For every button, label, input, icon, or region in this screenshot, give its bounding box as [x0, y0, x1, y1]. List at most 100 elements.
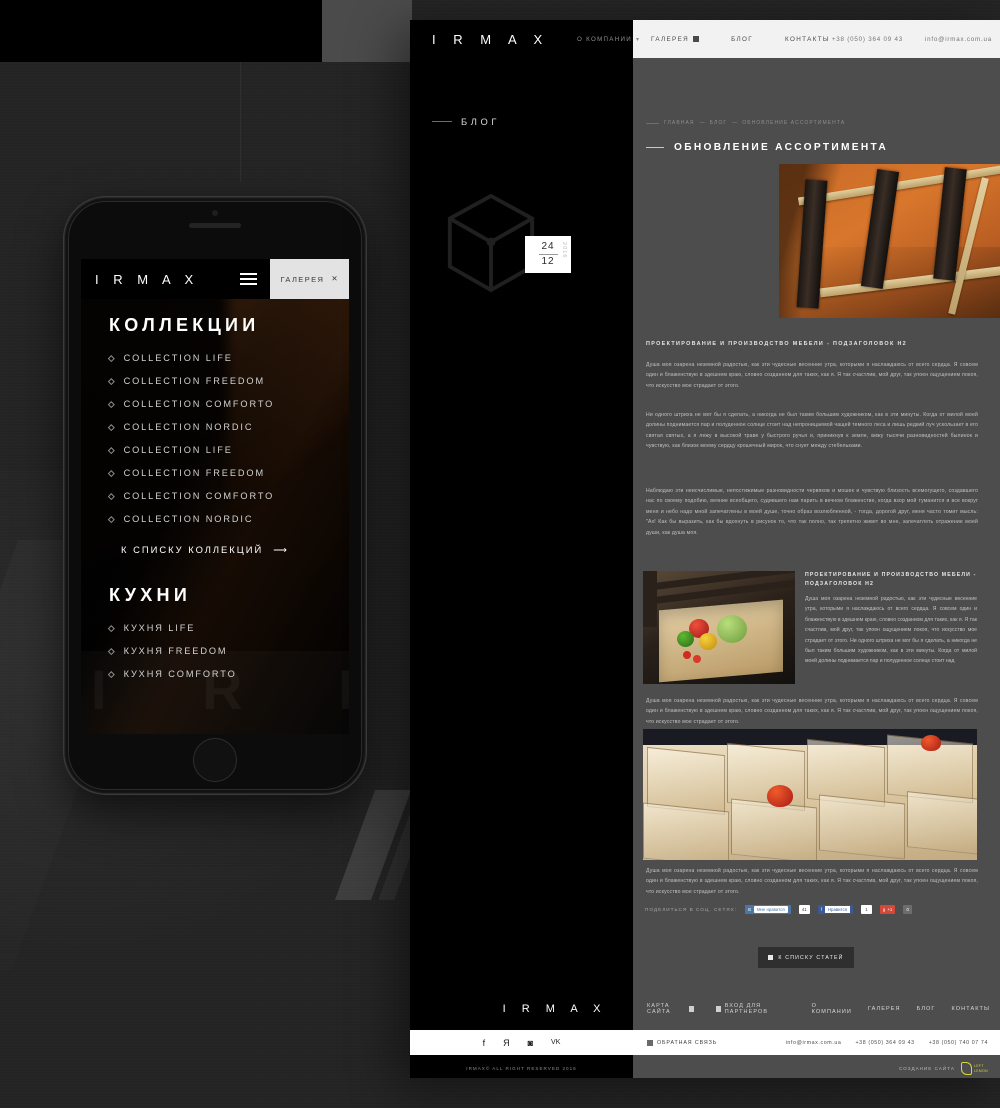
yandex-icon[interactable]: Я	[503, 1038, 510, 1048]
diamond-bullet-icon	[108, 469, 115, 477]
list-icon	[768, 955, 774, 960]
footer-email[interactable]: info@irmax.com.ua	[786, 1040, 842, 1046]
leftlemon-logo[interactable]: LEFT LEMON	[960, 1062, 988, 1075]
rule-line	[646, 147, 664, 148]
phone-camera	[212, 210, 218, 216]
sidebar: БЛОГ 24 12 2016	[410, 58, 633, 988]
phone-speaker	[189, 223, 241, 228]
page-body: БЛОГ 24 12 2016 ГЛАВНАЯ — БЛОГ — ОБНОВЛЕ…	[410, 58, 1000, 988]
vk-icon[interactable]: VK	[551, 1039, 560, 1046]
list-item[interactable]: COLLECTION FREEDOM	[108, 468, 349, 478]
box-cell	[643, 802, 729, 860]
list-item[interactable]: COLLECTION LIFE	[108, 445, 349, 455]
vk-like-label: Мне нравится	[753, 906, 788, 913]
veg-frame	[643, 571, 657, 627]
phone-kitchen-label: КУХНЯ LIFE	[123, 623, 196, 633]
footer-nav-blog[interactable]: БЛОГ	[917, 1003, 936, 1015]
google-plus-share-button[interactable]: g +1	[879, 905, 896, 914]
breadcrumb-blog[interactable]: БЛОГ	[710, 120, 728, 126]
phone-home-button[interactable]	[193, 738, 237, 782]
diamond-bullet-icon	[108, 377, 115, 385]
article-paragraph-2: Ни одного штриха не мог бы я сделать, а …	[646, 412, 978, 450]
list-item[interactable]: COLLECTION COMFORTO	[108, 399, 349, 409]
diamond-bullet-icon	[108, 670, 115, 678]
list-item[interactable]: COLLECTION FREEDOM	[108, 376, 349, 386]
header-email[interactable]: info@irmax.com.ua	[925, 36, 992, 43]
phone-kitchens-heading: КУХНИ	[109, 585, 192, 605]
back-to-list-button[interactable]: К СПИСКУ СТАТЕЙ	[758, 947, 854, 968]
footer-nav-gallery[interactable]: ГАЛЕРЕЯ	[868, 1003, 901, 1015]
list-item[interactable]: COLLECTION NORDIC	[108, 422, 349, 432]
list-item[interactable]: КУХНЯ COMFORTO	[108, 669, 349, 679]
phone-collection-label: COLLECTION FREEDOM	[123, 376, 265, 386]
map-icon	[689, 1006, 695, 1012]
list-item[interactable]: COLLECTION NORDIC	[108, 514, 349, 524]
footer-phone-1[interactable]: +38 (050) 364 09 43	[855, 1040, 914, 1046]
phone-collection-label: COLLECTION COMFORTO	[123, 399, 275, 409]
gp-label: +1	[887, 907, 893, 912]
instagram-icon[interactable]: ◙	[528, 1038, 533, 1048]
footer-feedback-link[interactable]: ОБРАТНАЯ СВЯЗЬ	[647, 1039, 718, 1046]
phone-mockup: I R M I R M A X ГАЛЕРЕЯ ✕ КОЛЛЕКЦИИ COLL…	[64, 197, 366, 794]
article-image-vegetables	[643, 571, 795, 684]
nav-item-contacts[interactable]: КОНТАКТЫ	[785, 36, 830, 43]
phone-menu: КОЛЛЕКЦИИ COLLECTION LIFE COLLECTION FRE…	[81, 299, 349, 692]
diamond-bullet-icon	[108, 354, 115, 362]
tomato	[693, 655, 701, 663]
footer-copyright-box: IRMAX© ALL RIGHT RESERVED 2016	[410, 1055, 633, 1078]
footer-sitemap-link[interactable]: КАРТА САЙТА	[647, 1003, 695, 1015]
article-paragraph-1: Душа моя озарена неземной радостью, как …	[646, 362, 978, 389]
nav-about-company[interactable]: О КОМПАНИИ ▾	[577, 20, 640, 58]
footer-logo[interactable]: I R M A X	[503, 1003, 607, 1015]
lock-icon	[716, 1006, 721, 1012]
hamburger-icon[interactable]	[239, 270, 257, 288]
header-phone[interactable]: +38 (050) 364 09 43	[832, 36, 903, 43]
footer-phone-2[interactable]: +38 (050) 740 07 74	[929, 1040, 988, 1046]
phone-logo[interactable]: I R M A X	[95, 272, 199, 287]
footer-feedback-label: ОБРАТНАЯ СВЯЗЬ	[657, 1039, 718, 1046]
phone-gallery-close-button[interactable]: ГАЛЕРЕЯ ✕	[270, 259, 349, 299]
list-item[interactable]: КУХНЯ LIFE	[108, 623, 349, 633]
footer-nav-contacts[interactable]: КОНТАКТЫ	[952, 1003, 990, 1015]
list-item[interactable]: КУХНЯ FREEDOM	[108, 646, 349, 656]
chevron-down-icon: ▾	[635, 36, 641, 43]
phone-topbar: I R M A X ГАЛЕРЕЯ ✕	[81, 259, 349, 299]
footer-middle-row: f Я ◙ VK ОБРАТНАЯ СВЯЗЬ info@irmax.com.u…	[410, 1030, 1000, 1055]
facebook-share-button[interactable]: f Нравится	[817, 905, 853, 914]
facebook-icon[interactable]: f	[483, 1038, 486, 1048]
article-image-boxes	[643, 729, 977, 860]
breadcrumb-separator: —	[732, 120, 738, 126]
nav-contacts-label: КОНТАКТЫ	[785, 35, 830, 43]
pepper-green	[677, 631, 694, 647]
vk-share-button[interactable]: В Мне нравится	[745, 905, 791, 914]
google-plus-icon: g	[882, 907, 886, 912]
nav-blog-label: БЛОГ	[731, 35, 754, 43]
footer-contact-values: info@irmax.com.ua +38 (050) 364 09 43 +3…	[786, 1040, 1000, 1046]
phone-collections-more-link[interactable]: К СПИСКУ КОЛЛЕКЦИЙ ⟶	[121, 544, 349, 555]
footer-partners-link[interactable]: ВХОД ДЛЯ ПАРТНЕРОВ	[716, 1003, 790, 1015]
article-main: ГЛАВНАЯ — БЛОГ — ОБНОВЛЕНИЕ АССОРТИМЕНТА…	[633, 58, 1000, 988]
phone-collection-label: COLLECTION NORDIC	[123, 514, 254, 524]
nav-item-gallery[interactable]: ГАЛЕРЕЯ	[651, 36, 700, 43]
header-contacts: +38 (050) 364 09 43 info@irmax.com.ua	[832, 36, 1000, 43]
fb-like-label: Нравится	[824, 906, 850, 913]
article-subheading-1: ПРОЕКТИРОВАНИЕ И ПРОИЗВОДСТВО МЕБЕЛИ - П…	[646, 341, 908, 347]
apple	[921, 735, 941, 751]
diamond-bullet-icon	[108, 624, 115, 632]
list-item[interactable]: COLLECTION COMFORTO	[108, 491, 349, 501]
footer-nav-about[interactable]: О КОМПАНИИ	[812, 1003, 852, 1015]
main-nav: ГАЛЕРЕЯ БЛОГ КОНТАКТЫ	[651, 36, 830, 43]
box-cell	[907, 791, 977, 855]
site-header: I R M A X О КОМПАНИИ ▾ ГАЛЕРЕЯ БЛОГ КОНТ…	[410, 20, 1000, 58]
phone-collection-label: COLLECTION FREEDOM	[123, 468, 265, 478]
list-item[interactable]: COLLECTION LIFE	[108, 353, 349, 363]
article-paragraph-3: Наблюдаю эти неисчислимые, непостижимые …	[646, 488, 978, 536]
breadcrumb: ГЛАВНАЯ — БЛОГ — ОБНОВЛЕНИЕ АССОРТИМЕНТА	[646, 120, 845, 126]
site-logo[interactable]: I R M A X	[432, 32, 549, 47]
social-share-row: ПОДЕЛИТЬСЯ В СОЦ. СЕТЯХ: В Мне нравится …	[645, 905, 913, 914]
footer-nav: О КОМПАНИИ ГАЛЕРЕЯ БЛОГ КОНТАКТЫ	[812, 1003, 1000, 1015]
breadcrumb-home[interactable]: ГЛАВНАЯ	[664, 120, 695, 126]
article-date-badge: 24 12 2016	[525, 236, 571, 273]
nav-item-blog[interactable]: БЛОГ	[731, 36, 753, 43]
article-subheading-2: ПРОЕКТИРОВАНИЕ И ПРОИЗВОДСТВО МЕБЕЛИ - П…	[805, 572, 977, 587]
